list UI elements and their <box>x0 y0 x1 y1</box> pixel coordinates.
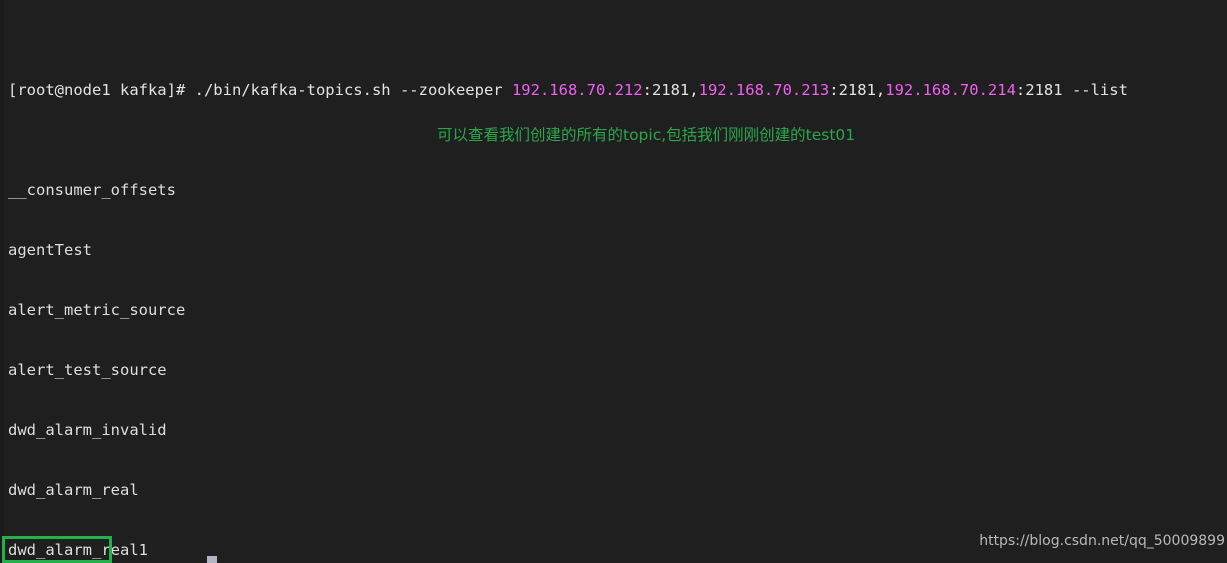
topic-line: agentTest <box>8 241 92 259</box>
flag-list: --list <box>1071 81 1128 99</box>
command-binary: ./bin/kafka-topics.sh <box>194 81 391 99</box>
zookeeper-ip-2: 192.168.70.213 <box>698 81 830 99</box>
terminal-window: [root@node1 kafka]# ./bin/kafka-topics.s… <box>0 0 1227 563</box>
shell-prompt: [root@node1 kafka]# <box>8 81 195 99</box>
topic-line: __consumer_offsets <box>8 181 176 199</box>
topic-line: alert_test_source <box>8 361 167 379</box>
zookeeper-ip-3: 192.168.70.214 <box>885 81 1016 99</box>
topic-line: dwd_alarm_real <box>8 481 139 499</box>
zookeeper-port-3: :2181 <box>1015 81 1063 99</box>
zookeeper-port-1: :2181, <box>642 81 699 99</box>
blog-watermark: https://blog.csdn.net/qq_50009899 <box>979 533 1225 549</box>
topic-line: dwd_alarm_invalid <box>8 421 167 439</box>
space-2 <box>503 81 512 99</box>
topic-line: alert_metric_source <box>8 301 186 319</box>
zookeeper-ip-1: 192.168.70.212 <box>511 81 643 99</box>
terminal-cursor <box>207 556 217 563</box>
terminal-command-line: [root@node1 kafka]# ./bin/kafka-topics.s… <box>4 80 1227 100</box>
annotation-note: 可以查看我们创建的所有的topic,包括我们刚刚创建的test01 <box>437 126 856 144</box>
flag-zookeeper: --zookeeper <box>399 81 503 99</box>
space-1 <box>391 81 400 99</box>
terminal-output-area[interactable]: [root@node1 kafka]# ./bin/kafka-topics.s… <box>4 0 1227 563</box>
zookeeper-port-2: :2181, <box>829 81 886 99</box>
space-3 <box>1063 81 1072 99</box>
